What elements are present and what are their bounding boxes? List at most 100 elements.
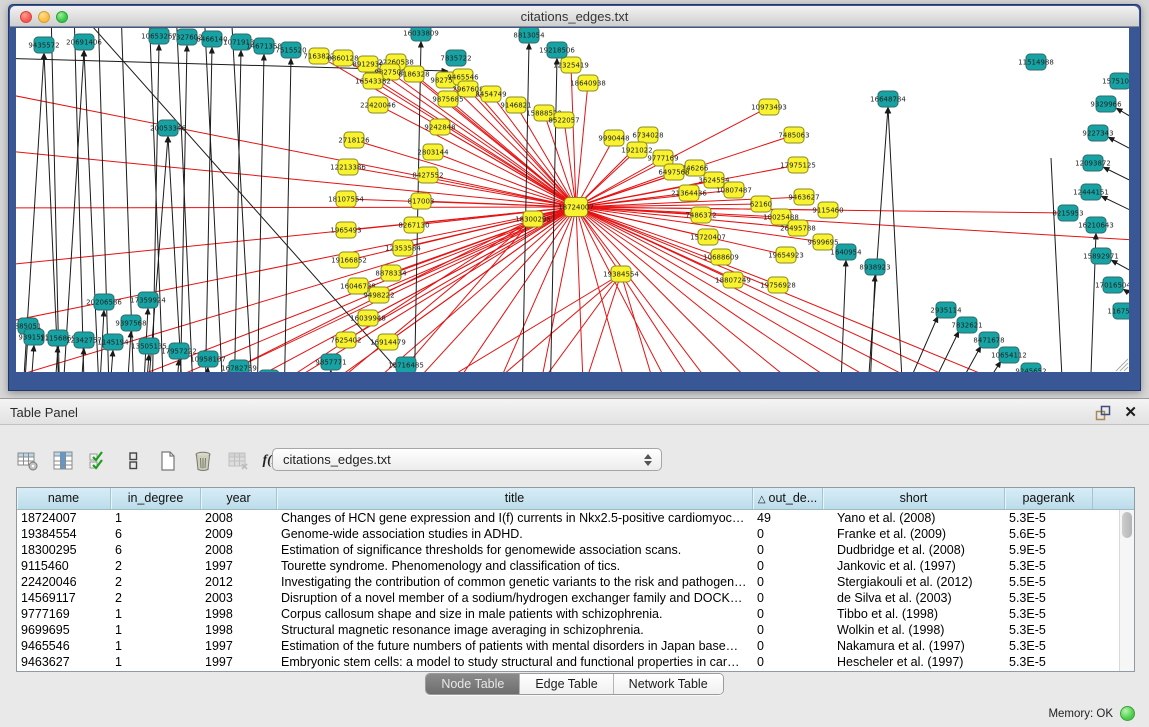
graph-node[interactable]: 6734028	[632, 127, 663, 143]
graph-edge[interactable]	[863, 107, 888, 372]
graph-edge[interactable]	[16, 207, 576, 372]
column-header-pagerank[interactable]: pagerank	[1005, 488, 1093, 509]
graph-node[interactable]: 8427552	[412, 167, 443, 183]
graph-node[interactable]: 9990448	[598, 130, 629, 146]
graph-node[interactable]: 9435572	[28, 37, 59, 53]
graph-node[interactable]: 7485063	[778, 127, 809, 143]
column-header-name[interactable]: name	[17, 488, 111, 509]
table-row[interactable]: 946554611997Estimation of the future num…	[17, 638, 1119, 654]
tab-edge-table[interactable]: Edge Table	[520, 674, 613, 694]
graph-node[interactable]: 1965493	[330, 222, 361, 238]
graph-node[interactable]: 17016504	[1095, 277, 1129, 293]
graph-edge[interactable]	[576, 207, 586, 372]
graph-node[interactable]: 10973493	[751, 99, 787, 115]
graph-node[interactable]: 1167533	[1107, 303, 1129, 319]
graph-node[interactable]: 2718126	[338, 132, 370, 148]
graph-node[interactable]: 9397568	[115, 315, 146, 331]
graph-node[interactable]: 7835722	[440, 50, 471, 66]
graph-node[interactable]: 9227343	[1082, 125, 1113, 141]
tab-network-table[interactable]: Network Table	[614, 674, 723, 694]
graph-node[interactable]: 18640938	[570, 75, 606, 91]
table-chooser-select[interactable]: citations_edges.txt	[272, 448, 662, 471]
graph-edge[interactable]	[59, 50, 84, 372]
graph-node[interactable]: 12353584	[385, 240, 421, 256]
graph-edge[interactable]	[233, 50, 241, 372]
graph-node[interactable]: 8813054	[513, 28, 545, 43]
graph-node[interactable]: 17359924	[130, 292, 166, 308]
float-panel-icon[interactable]	[1095, 405, 1111, 421]
graph-node[interactable]: 9857771	[315, 354, 346, 370]
graph-node[interactable]: 12213386	[330, 159, 366, 175]
graph-node[interactable]: 8471678	[973, 332, 1004, 348]
graph-edge[interactable]	[283, 58, 291, 372]
graph-node[interactable]: 9115460	[812, 202, 843, 218]
graph-edge[interactable]	[231, 28, 256, 372]
graph-edge[interactable]	[867, 275, 875, 372]
table-options-button[interactable]	[16, 449, 40, 473]
table-row[interactable]: 969969511998Structural magnetic resonanc…	[17, 622, 1119, 638]
graph-node[interactable]: 12325419	[553, 57, 589, 73]
graph-edge[interactable]	[561, 274, 621, 372]
graph-edge[interactable]	[576, 207, 886, 372]
graph-edge[interactable]	[16, 148, 576, 207]
graph-node[interactable]: 19384554	[603, 266, 639, 282]
tab-node-table[interactable]: Node Table	[426, 674, 520, 694]
graph-edge[interactable]	[16, 207, 576, 372]
graph-node[interactable]: 8267130	[398, 217, 429, 233]
graph-edge[interactable]	[16, 207, 576, 372]
column-header-in-degree[interactable]: in_degree	[111, 488, 201, 509]
graph-node[interactable]: 10654112	[991, 347, 1027, 363]
graph-edge[interactable]	[1051, 158, 1066, 372]
graph-edge[interactable]	[204, 28, 226, 372]
graph-node[interactable]: 16039948	[350, 310, 386, 326]
column-header-out-degree[interactable]: △out_de...	[753, 488, 823, 509]
table-row[interactable]: 911546021997Tourette syndrome. Phenomeno…	[17, 558, 1119, 574]
graph-edge[interactable]	[98, 28, 111, 372]
table-scrollbar[interactable]	[1119, 510, 1134, 671]
graph-node[interactable]: 817003	[408, 193, 435, 209]
table-row[interactable]: 1938455462009Genome-wide association stu…	[17, 526, 1119, 542]
delete-column-button[interactable]	[191, 449, 215, 473]
graph-node[interactable]: 62160	[750, 196, 772, 212]
graph-edge[interactable]	[373, 81, 576, 207]
show-columns-button[interactable]	[51, 449, 75, 473]
graph-node[interactable]: 17975125	[780, 157, 816, 173]
graph-node[interactable]: 20206586	[86, 294, 122, 310]
graph-edge[interactable]	[621, 274, 676, 372]
selection-checks-button[interactable]	[86, 449, 110, 473]
graph-node[interactable]: 9329966	[1090, 96, 1122, 112]
graph-node[interactable]: 7486372	[685, 207, 716, 223]
graph-edge[interactable]	[256, 54, 264, 372]
graph-edge[interactable]	[406, 207, 576, 372]
graph-edge[interactable]	[16, 207, 576, 208]
graph-node[interactable]: 11514988	[1018, 54, 1054, 70]
graph-node[interactable]: 16782759	[221, 360, 257, 372]
graph-node[interactable]: 16914479	[370, 334, 406, 350]
column-header-title[interactable]: title	[277, 488, 753, 509]
graph-node[interactable]: 8215953	[1052, 205, 1083, 221]
column-header-year[interactable]: year	[201, 488, 277, 509]
graph-node[interactable]: 10688609	[703, 249, 739, 265]
table-row[interactable]: 977716911998Corpus callosum shape and si…	[17, 606, 1119, 622]
graph-edge[interactable]	[1108, 137, 1129, 178]
graph-node[interactable]: 9245652	[1015, 363, 1046, 372]
graph-node[interactable]: 19166852	[331, 252, 367, 268]
table-row[interactable]: 2242004622012Investigating the contribut…	[17, 574, 1119, 590]
graph-node[interactable]: 2935114	[930, 302, 962, 318]
table-row[interactable]: 1456911722003Disruption of a novel membe…	[17, 590, 1119, 606]
row-height-button[interactable]	[121, 449, 145, 473]
graph-node[interactable]: 19218506	[539, 42, 575, 58]
graph-node[interactable]: 16210643	[1078, 217, 1114, 233]
table-scrollbar-thumb[interactable]	[1122, 512, 1132, 538]
graph-node[interactable]: 22420046	[360, 97, 396, 113]
graph-edge[interactable]	[200, 367, 208, 372]
graph-node[interactable]: 8878334	[375, 265, 407, 281]
graph-node[interactable]: 7832621	[951, 317, 982, 333]
column-header-short[interactable]: short	[823, 488, 1005, 509]
graph-edge[interactable]	[888, 107, 906, 372]
graph-node[interactable]: 19756928	[760, 277, 796, 293]
graph-edge[interactable]	[74, 28, 86, 372]
network-canvas[interactable]: 7163822886012889129342226053898275091654…	[16, 28, 1129, 372]
graph-edge[interactable]	[621, 274, 741, 372]
graph-node[interactable]: 9463627	[788, 189, 819, 205]
